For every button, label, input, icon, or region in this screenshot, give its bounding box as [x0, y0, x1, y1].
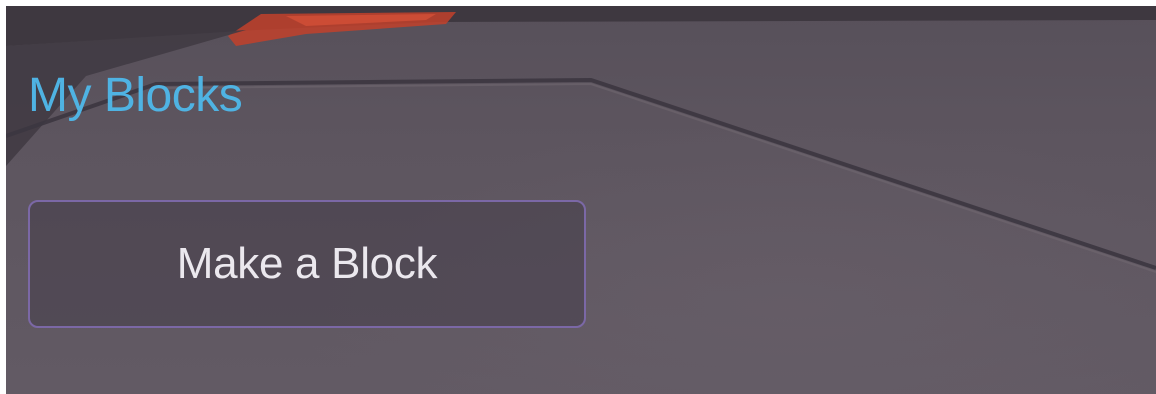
blocks-palette-panel: My Blocks Make a Block [6, 6, 1156, 394]
make-a-block-label: Make a Block [176, 239, 438, 288]
make-a-block-button[interactable]: Make a Block [28, 200, 586, 328]
section-title-my-blocks: My Blocks [28, 69, 243, 122]
